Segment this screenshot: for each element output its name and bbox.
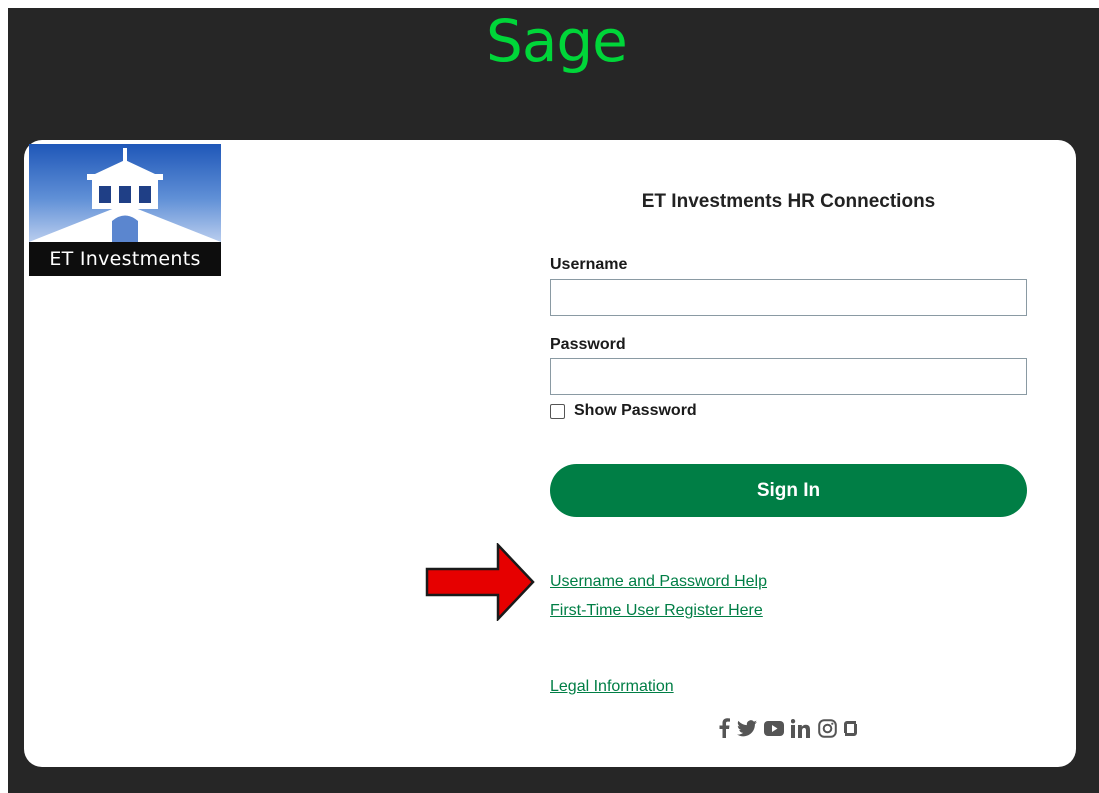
company-logo: ET Investments — [29, 144, 221, 276]
red-arrow-icon — [425, 541, 537, 626]
show-password-checkbox[interactable] — [550, 403, 565, 419]
glassdoor-icon[interactable] — [844, 720, 857, 737]
first-time-register-link[interactable]: First-Time User Register Here — [550, 602, 763, 620]
show-password-toggle[interactable]: Show Password — [550, 402, 697, 420]
company-logo-text: ET Investments — [29, 242, 221, 276]
username-password-help-link[interactable]: Username and Password Help — [550, 573, 767, 591]
social-links — [718, 718, 864, 738]
page-title: ET Investments HR Connections — [641, 191, 936, 212]
username-input[interactable] — [550, 279, 1027, 316]
facebook-icon[interactable] — [718, 718, 730, 738]
linkedin-icon[interactable] — [791, 718, 811, 738]
show-password-label: Show Password — [574, 402, 697, 419]
legal-information-link[interactable]: Legal Information — [550, 678, 674, 696]
youtube-icon[interactable] — [764, 720, 784, 736]
twitter-icon[interactable] — [737, 719, 757, 737]
password-label: Password — [550, 336, 626, 353]
sign-in-button[interactable]: Sign In — [550, 464, 1027, 517]
password-input[interactable] — [550, 358, 1027, 395]
username-label: Username — [550, 256, 628, 273]
instagram-icon[interactable] — [818, 718, 837, 738]
sage-logo: Sage — [486, 7, 628, 75]
logo-building-image — [29, 144, 221, 242]
